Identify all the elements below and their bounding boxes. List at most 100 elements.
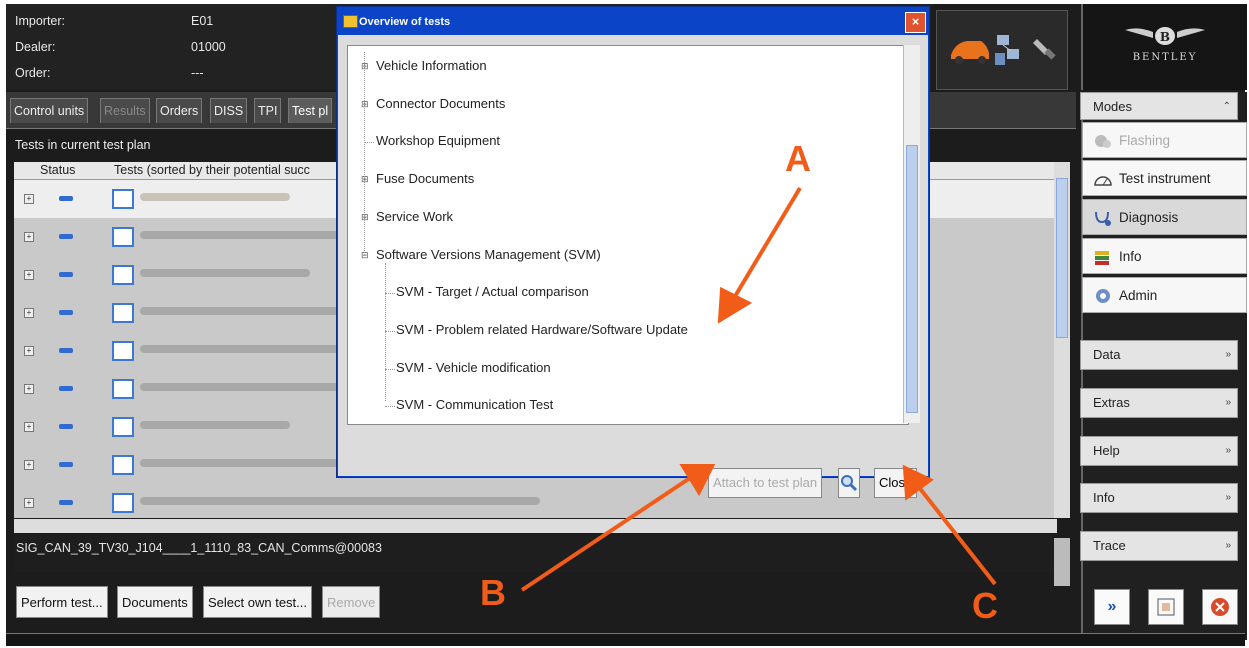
tree-node[interactable]: SVM - Problem related Hardware/Software … [396, 322, 688, 337]
expand-chevron-icon: » [1225, 397, 1231, 408]
test-signature-text: SIG_CAN_39_TV30_J104____1_1110_83_CAN_Co… [16, 541, 382, 555]
remove-button[interactable]: Remove [322, 586, 381, 618]
info-section-header[interactable]: Info » [1080, 483, 1238, 513]
expand-chevron-icon: » [1225, 445, 1231, 456]
gears-icon [1095, 135, 1111, 148]
dialog-body: ⊞ Vehicle Information ⊞ Connector Documents… [338, 35, 928, 498]
dialog-title: Overview of tests [359, 16, 451, 28]
modes-section-header[interactable]: Modes ⌃ [1080, 92, 1238, 120]
mode-diagnosis[interactable]: Diagnosis [1082, 199, 1247, 235]
tree-connector [385, 368, 395, 370]
status-bar [6, 633, 1245, 646]
car-icon [951, 41, 989, 64]
select-own-test-button[interactable]: Select own test... [203, 586, 312, 618]
scroll-thumb[interactable] [906, 145, 918, 413]
data-section-header[interactable]: Data » [1080, 340, 1238, 370]
tree-node[interactable]: Vehicle Information [376, 58, 487, 73]
tree-node[interactable]: Software Versions Management (SVM) [376, 247, 601, 262]
expand-chevron-icon: » [1225, 540, 1231, 551]
stethoscope-icon [1095, 211, 1111, 226]
expand-chevron-icon: » [1225, 349, 1231, 360]
magnifier-icon [841, 475, 858, 492]
expand-chevron-icon: » [1225, 492, 1231, 503]
info-section-label: Info [1093, 490, 1115, 505]
scroll-thumb[interactable] [1056, 178, 1068, 338]
tests-column-header[interactable]: Tests (sorted by their potential succ [114, 163, 310, 177]
diagnostic-plug-icon [1033, 39, 1056, 60]
test-signature-panel: SIG_CAN_39_TV30_J104____1_1110_83_CAN_Co… [14, 536, 1058, 572]
trace-section-label: Trace [1093, 538, 1126, 553]
mode-diagnosis-label: Diagnosis [1119, 210, 1179, 225]
gauge-icon [1094, 176, 1112, 186]
tree-node[interactable]: Connector Documents [376, 96, 505, 111]
tree-connector [364, 142, 374, 144]
annotation-label-b: B [480, 572, 506, 613]
test-tree: ⊞ Vehicle Information ⊞ Connector Documents… [347, 45, 909, 425]
collapse-chevron-icon: ⌃ [1222, 101, 1231, 112]
signature-scrollbar[interactable] [1054, 538, 1070, 586]
modes-label: Modes [1093, 99, 1133, 114]
tree-node[interactable]: Fuse Documents [376, 171, 474, 186]
tab-tpi[interactable]: TPI [254, 98, 282, 123]
search-button[interactable] [838, 468, 860, 498]
tab-control-units[interactable]: Control units [10, 98, 89, 123]
tab-results[interactable]: Results [100, 98, 150, 123]
importer-label: Importer: [15, 14, 66, 28]
table-vertical-scrollbar[interactable] [1054, 162, 1070, 518]
mode-admin[interactable]: Admin [1082, 277, 1247, 313]
help-section-label: Help [1093, 443, 1120, 458]
mode-info[interactable]: Info [1082, 238, 1247, 274]
status-icons [951, 35, 1056, 65]
order-value: --- [191, 66, 204, 80]
data-section-label: Data [1093, 347, 1121, 362]
attach-to-test-plan-button[interactable]: Attach to test plan [708, 468, 823, 498]
tab-orders[interactable]: Orders [156, 98, 203, 123]
tree-connector [385, 406, 395, 408]
status-column-header[interactable]: Status [40, 163, 75, 177]
mode-flashing[interactable]: Flashing [1082, 122, 1247, 158]
screenshot-frame-icon[interactable] [1148, 589, 1184, 625]
dealer-label: Dealer: [15, 40, 56, 54]
help-section-header[interactable]: Help » [1080, 436, 1238, 466]
tree-scrollbar[interactable] [903, 45, 920, 423]
mode-admin-label: Admin [1119, 288, 1158, 303]
mode-info-label: Info [1119, 249, 1142, 264]
tree-connector [364, 52, 365, 255]
trace-section-header[interactable]: Trace » [1080, 531, 1238, 561]
status-icon-bar [936, 10, 1068, 90]
annotation-label-c: C [972, 585, 998, 626]
folder-icon [343, 15, 358, 28]
extras-section-header[interactable]: Extras » [1080, 388, 1238, 418]
brand-name: BENTLEY [1132, 52, 1198, 63]
forward-icon[interactable]: » [1094, 589, 1130, 625]
exit-icon[interactable] [1202, 589, 1238, 625]
tree-connector [385, 262, 386, 402]
dialog-close-icon[interactable]: × [905, 12, 926, 33]
tree-connector [385, 330, 395, 332]
svg-text:B: B [1160, 30, 1170, 44]
books-icon [1095, 251, 1109, 265]
overview-of-tests-dialog: Overview of tests × ⊞ Vehicle Information… [336, 6, 930, 498]
mode-flashing-label: Flashing [1119, 133, 1171, 148]
brand-logo: B BENTLEY [1081, 4, 1247, 90]
tab-diss[interactable]: DISS [210, 98, 248, 123]
annotation-label-a: A [785, 138, 811, 179]
order-label: Order: [15, 66, 51, 80]
tree-node[interactable]: SVM - Communication Test [396, 397, 553, 412]
admin-gear-icon [1096, 289, 1110, 303]
tree-node[interactable]: Workshop Equipment [376, 133, 500, 148]
close-button[interactable]: Close [874, 468, 918, 498]
dealer-value: 01000 [191, 40, 226, 54]
importer-value: E01 [191, 14, 214, 28]
mode-test-instrument[interactable]: Test instrument [1082, 160, 1247, 196]
tree-node[interactable]: SVM - Target / Actual comparison [396, 284, 589, 299]
table-horizontal-scrollbar[interactable] [14, 519, 1057, 533]
documents-button[interactable]: Documents [117, 586, 193, 618]
tree-node[interactable]: SVM - Vehicle modification [396, 360, 551, 375]
test-plan-section-label: Tests in current test plan [15, 138, 151, 152]
tree-node[interactable]: Service Work [376, 209, 453, 224]
tab-test-plan[interactable]: Test pl [288, 98, 333, 123]
network-icon [995, 35, 1019, 65]
perform-test-button[interactable]: Perform test... [16, 586, 108, 618]
extras-section-label: Extras [1093, 395, 1130, 410]
